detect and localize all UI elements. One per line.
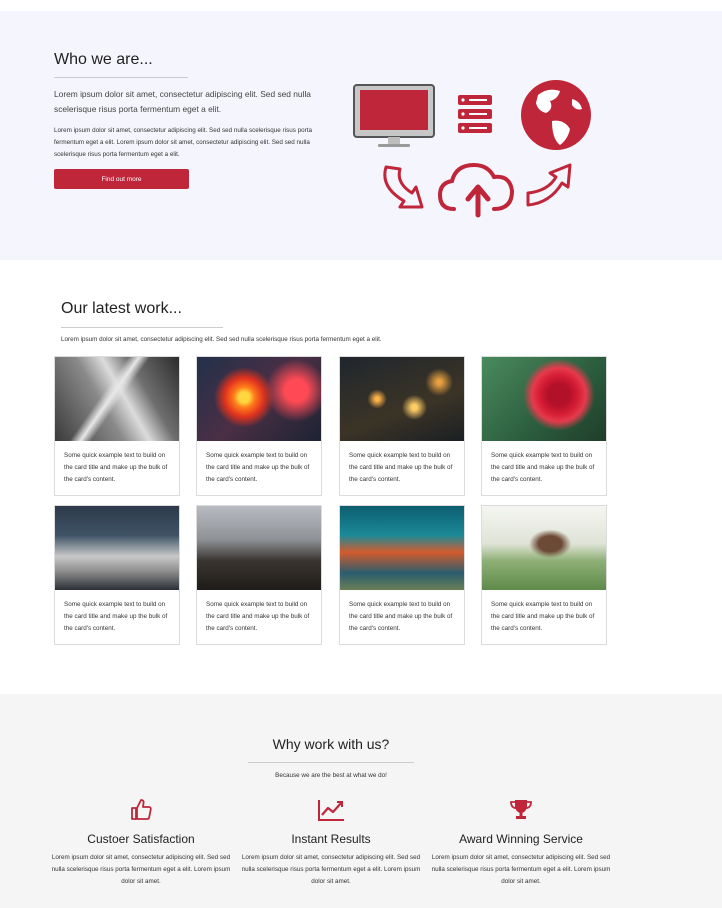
- golden-gate-bridge-photo: [340, 506, 464, 590]
- why-section: Why work with us? Because we are the bes…: [0, 694, 722, 908]
- work-card[interactable]: Some quick example text to build on the …: [196, 505, 322, 645]
- work-title: Our latest work...: [61, 300, 182, 317]
- boardwalk-person-photo: [197, 506, 321, 590]
- work-card[interactable]: Some quick example text to build on the …: [196, 356, 322, 496]
- feature-customer-satisfaction: Custoer Satisfaction Lorem ipsum dolor s…: [46, 798, 236, 888]
- card-text: Some quick example text to build on the …: [349, 452, 453, 483]
- work-card[interactable]: Some quick example text to build on the …: [481, 505, 607, 645]
- feature-title: Instant Results: [291, 832, 371, 846]
- work-card[interactable]: Some quick example text to build on the …: [54, 505, 180, 645]
- work-section: Our latest work... Lorem ipsum dolor sit…: [0, 260, 722, 694]
- about-divider: [54, 77, 188, 78]
- trophy-icon: [510, 800, 532, 819]
- feature-title: Custoer Satisfaction: [87, 832, 195, 846]
- work-card[interactable]: Some quick example text to build on the …: [339, 505, 465, 645]
- work-divider: [61, 327, 223, 328]
- card-text: Some quick example text to build on the …: [491, 452, 595, 483]
- thumbs-up-icon: [131, 799, 152, 820]
- about-body: Lorem ipsum dolor sit amet, consectetur …: [54, 127, 312, 158]
- skyscrapers-photo: [55, 357, 179, 441]
- sneakers-skateboard-photo: [55, 506, 179, 590]
- find-out-more-button[interactable]: Find out more: [54, 169, 189, 189]
- server-icon: [458, 95, 492, 133]
- why-divider: [248, 762, 414, 763]
- curved-arrow-down-icon: [383, 165, 424, 209]
- about-lead: Lorem ipsum dolor sit amet, consectetur …: [54, 89, 311, 114]
- feature-award-winning-service: Award Winning Service Lorem ipsum dolor …: [426, 798, 616, 888]
- city-night-highway-photo: [340, 357, 464, 441]
- ferris-wheel-photo: [197, 357, 321, 441]
- why-title: Why work with us?: [272, 736, 390, 752]
- why-tagline: Because we are the best at what we do!: [275, 772, 387, 779]
- line-chart-icon: [318, 800, 344, 821]
- woman-flowers-photo: [482, 506, 606, 590]
- card-text: Some quick example text to build on the …: [64, 601, 168, 632]
- services-graphic: [353, 80, 591, 218]
- work-lead: Lorem ipsum dolor sit amet, consectetur …: [61, 336, 382, 343]
- work-card[interactable]: Some quick example text to build on the …: [339, 356, 465, 496]
- cloud-upload-icon: [437, 162, 515, 218]
- feature-instant-results: Instant Results Lorem ipsum dolor sit am…: [236, 798, 426, 888]
- work-card[interactable]: Some quick example text to build on the …: [481, 356, 607, 496]
- feature-title: Award Winning Service: [459, 832, 583, 846]
- card-text: Some quick example text to build on the …: [64, 452, 168, 483]
- card-text: Some quick example text to build on the …: [491, 601, 595, 632]
- red-rose-photo: [482, 357, 606, 441]
- about-section: Who we are... Lorem ipsum dolor sit amet…: [0, 11, 722, 260]
- feature-text: Lorem ipsum dolor sit amet, consectetur …: [51, 854, 231, 885]
- feature-text: Lorem ipsum dolor sit amet, consectetur …: [241, 854, 421, 885]
- curved-arrow-up-icon: [526, 163, 572, 207]
- about-title: Who we are...: [54, 51, 153, 68]
- top-strip: [0, 0, 722, 11]
- monitor-icon: [353, 84, 435, 147]
- card-text: Some quick example text to build on the …: [206, 452, 310, 483]
- card-text: Some quick example text to build on the …: [349, 601, 453, 632]
- card-text: Some quick example text to build on the …: [206, 601, 310, 632]
- feature-text: Lorem ipsum dolor sit amet, consectetur …: [431, 854, 611, 885]
- work-card[interactable]: Some quick example text to build on the …: [54, 356, 180, 496]
- globe-icon: [521, 80, 591, 150]
